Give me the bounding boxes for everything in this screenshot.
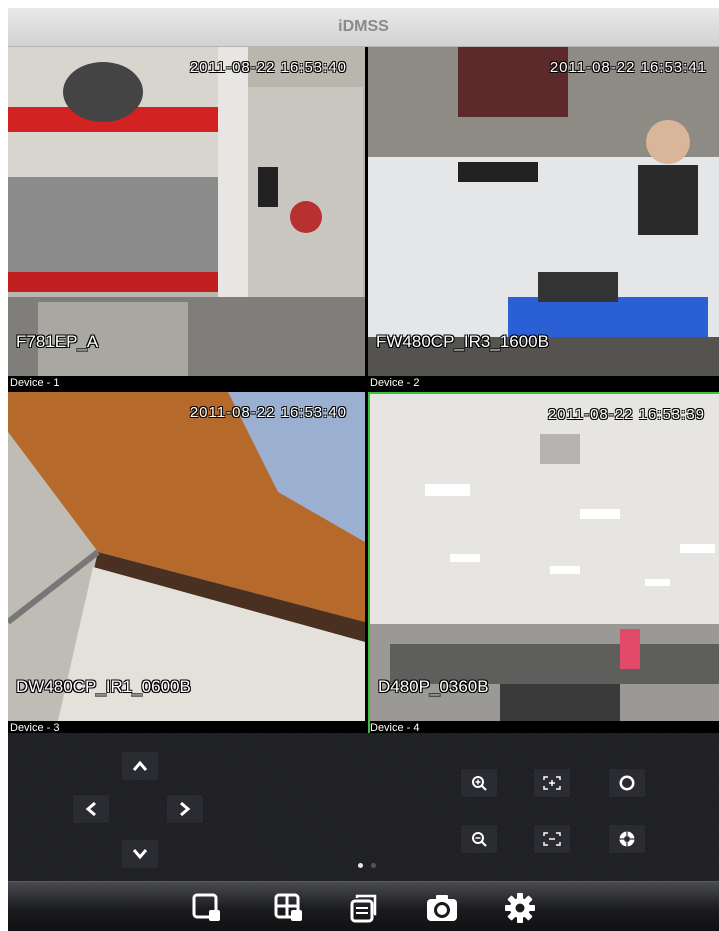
focus-near-icon <box>543 776 561 790</box>
snapshot-button[interactable] <box>423 891 461 925</box>
camera-image-3 <box>8 392 365 721</box>
title-bar: iDMSS <box>8 8 719 47</box>
zoom-in-icon <box>472 776 487 791</box>
iris-open-button[interactable] <box>608 768 646 798</box>
chevron-up-icon <box>132 760 148 771</box>
camera-cell-1[interactable]: 2011-08-22 16:53:40 F781EP_A Device - 1 <box>8 47 365 390</box>
camera-2-osd-name: FW480CP_IR3_1600B <box>376 332 549 351</box>
iris-open-icon <box>619 775 635 791</box>
device-list-button[interactable] <box>345 891 383 925</box>
chevron-left-icon <box>85 801 96 817</box>
device-list-icon <box>350 894 377 923</box>
camera-cell-4[interactable]: 2011-08-22 16:53:39 D480P_0360B Device -… <box>368 392 719 735</box>
ptz-up-button[interactable] <box>121 751 159 781</box>
single-view-button[interactable] <box>188 891 226 925</box>
camera-2-timestamp: 2011-08-22 16:53:41 <box>549 59 707 76</box>
zoom-out-button[interactable] <box>460 824 498 854</box>
ptz-left-button[interactable] <box>72 794 110 824</box>
single-view-icon <box>192 893 220 921</box>
page-indicator[interactable] <box>358 863 376 868</box>
snapshot-camera-icon <box>427 895 457 921</box>
camera-feed-4[interactable]: 2011-08-22 16:53:39 D480P_0360B <box>370 394 719 721</box>
chevron-right-icon <box>180 801 191 817</box>
focus-far-icon <box>543 832 561 846</box>
camera-1-osd-name: F781EP_A <box>16 332 99 351</box>
camera-3-timestamp: 2011-08-22 16:53:40 <box>189 404 347 421</box>
camera-1-device-label: Device - 1 <box>10 377 60 389</box>
page-dot-1[interactable] <box>358 863 363 868</box>
camera-cell-2[interactable]: 2011-08-22 16:53:41 FW480CP_IR3_1600B De… <box>368 47 719 390</box>
zoom-out-icon <box>472 832 487 847</box>
settings-button[interactable] <box>501 891 539 925</box>
zoom-in-button[interactable] <box>460 768 498 798</box>
camera-2-device-label: Device - 2 <box>370 377 420 389</box>
camera-image-4 <box>370 394 719 721</box>
camera-4-osd-name: D480P_0360B <box>378 677 489 696</box>
settings-gear-icon <box>505 893 535 923</box>
camera-feed-3[interactable]: 2011-08-22 16:53:40 DW480CP_IR1_0600B <box>8 392 365 721</box>
ptz-down-button[interactable] <box>121 839 159 869</box>
camera-cell-3[interactable]: 2011-08-22 16:53:40 DW480CP_IR1_0600B De… <box>8 392 365 735</box>
quad-view-icon <box>274 893 302 921</box>
camera-1-timestamp: 2011-08-22 16:53:40 <box>189 59 347 76</box>
camera-feed-1[interactable]: 2011-08-22 16:53:40 F781EP_A <box>8 47 365 376</box>
iris-close-button[interactable] <box>608 824 646 854</box>
bottom-toolbar <box>8 881 719 931</box>
app-window: iDMSS 2011-08-22 16:53:40 F781EP_A Devic… <box>8 8 719 931</box>
camera-image-2 <box>368 47 719 376</box>
iris-close-icon <box>619 831 635 847</box>
camera-3-osd-name: DW480CP_IR1_0600B <box>16 677 191 696</box>
camera-4-timestamp: 2011-08-22 16:53:39 <box>547 406 705 423</box>
chevron-down-icon <box>132 849 148 860</box>
quad-view-button[interactable] <box>270 891 308 925</box>
camera-image-1 <box>8 47 365 376</box>
page-dot-2[interactable] <box>371 863 376 868</box>
focus-near-button[interactable] <box>533 768 571 798</box>
app-title: iDMSS <box>338 18 389 35</box>
ptz-control-panel <box>8 733 719 881</box>
focus-far-button[interactable] <box>533 824 571 854</box>
video-grid: 2011-08-22 16:53:40 F781EP_A Device - 1 <box>8 47 719 735</box>
ptz-right-button[interactable] <box>166 794 204 824</box>
camera-feed-2[interactable]: 2011-08-22 16:53:41 FW480CP_IR3_1600B <box>368 47 719 376</box>
